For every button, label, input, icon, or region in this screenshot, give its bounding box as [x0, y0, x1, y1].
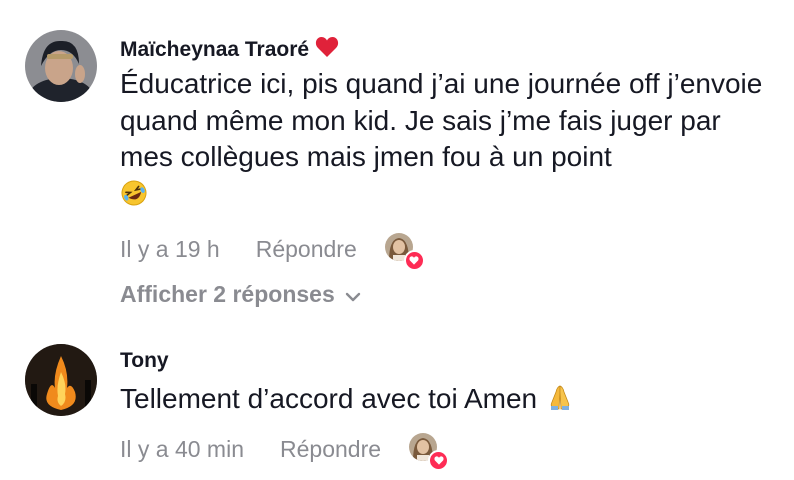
username[interactable]: Maïcheynaa Traoré	[120, 36, 339, 64]
username-text: Tony	[120, 349, 169, 372]
avatar[interactable]	[25, 30, 97, 102]
comment-text: Tellement d’accord avec toi Amen	[120, 381, 780, 422]
comment-item: Tony Tellement d’accord avec toi Amen Il…	[0, 330, 794, 480]
heart-icon	[315, 36, 339, 64]
view-replies-label: Afficher 2 réponses	[120, 281, 335, 307]
avatar[interactable]	[25, 344, 97, 416]
heart-badge-icon	[403, 250, 425, 271]
creator-liked-indicator	[409, 433, 450, 471]
folded-hands-emoji	[545, 382, 575, 422]
timestamp: Il y a 40 min	[120, 435, 244, 462]
comment-meta: Il y a 19 h Répondre	[120, 233, 425, 271]
chevron-down-icon	[345, 281, 361, 308]
rolling-on-floor-laughing-emoji	[120, 179, 148, 217]
comment-item: Maïcheynaa Traoré Éducatrice ici, pis qu…	[0, 0, 794, 330]
reply-button[interactable]: Répondre	[280, 436, 381, 463]
heart-badge-icon	[428, 450, 450, 471]
username[interactable]: Tony	[120, 349, 169, 373]
comment-meta: Il y a 40 min Répondre	[120, 433, 450, 471]
view-replies-button[interactable]: Afficher 2 réponses	[120, 281, 361, 308]
reply-button[interactable]: Répondre	[256, 236, 357, 263]
username-text: Maïcheynaa Traoré	[120, 38, 310, 61]
timestamp: Il y a 19 h	[120, 235, 220, 262]
creator-liked-indicator	[384, 233, 425, 271]
comment-text: Éducatrice ici, pis quand j’ai une journ…	[120, 66, 780, 216]
